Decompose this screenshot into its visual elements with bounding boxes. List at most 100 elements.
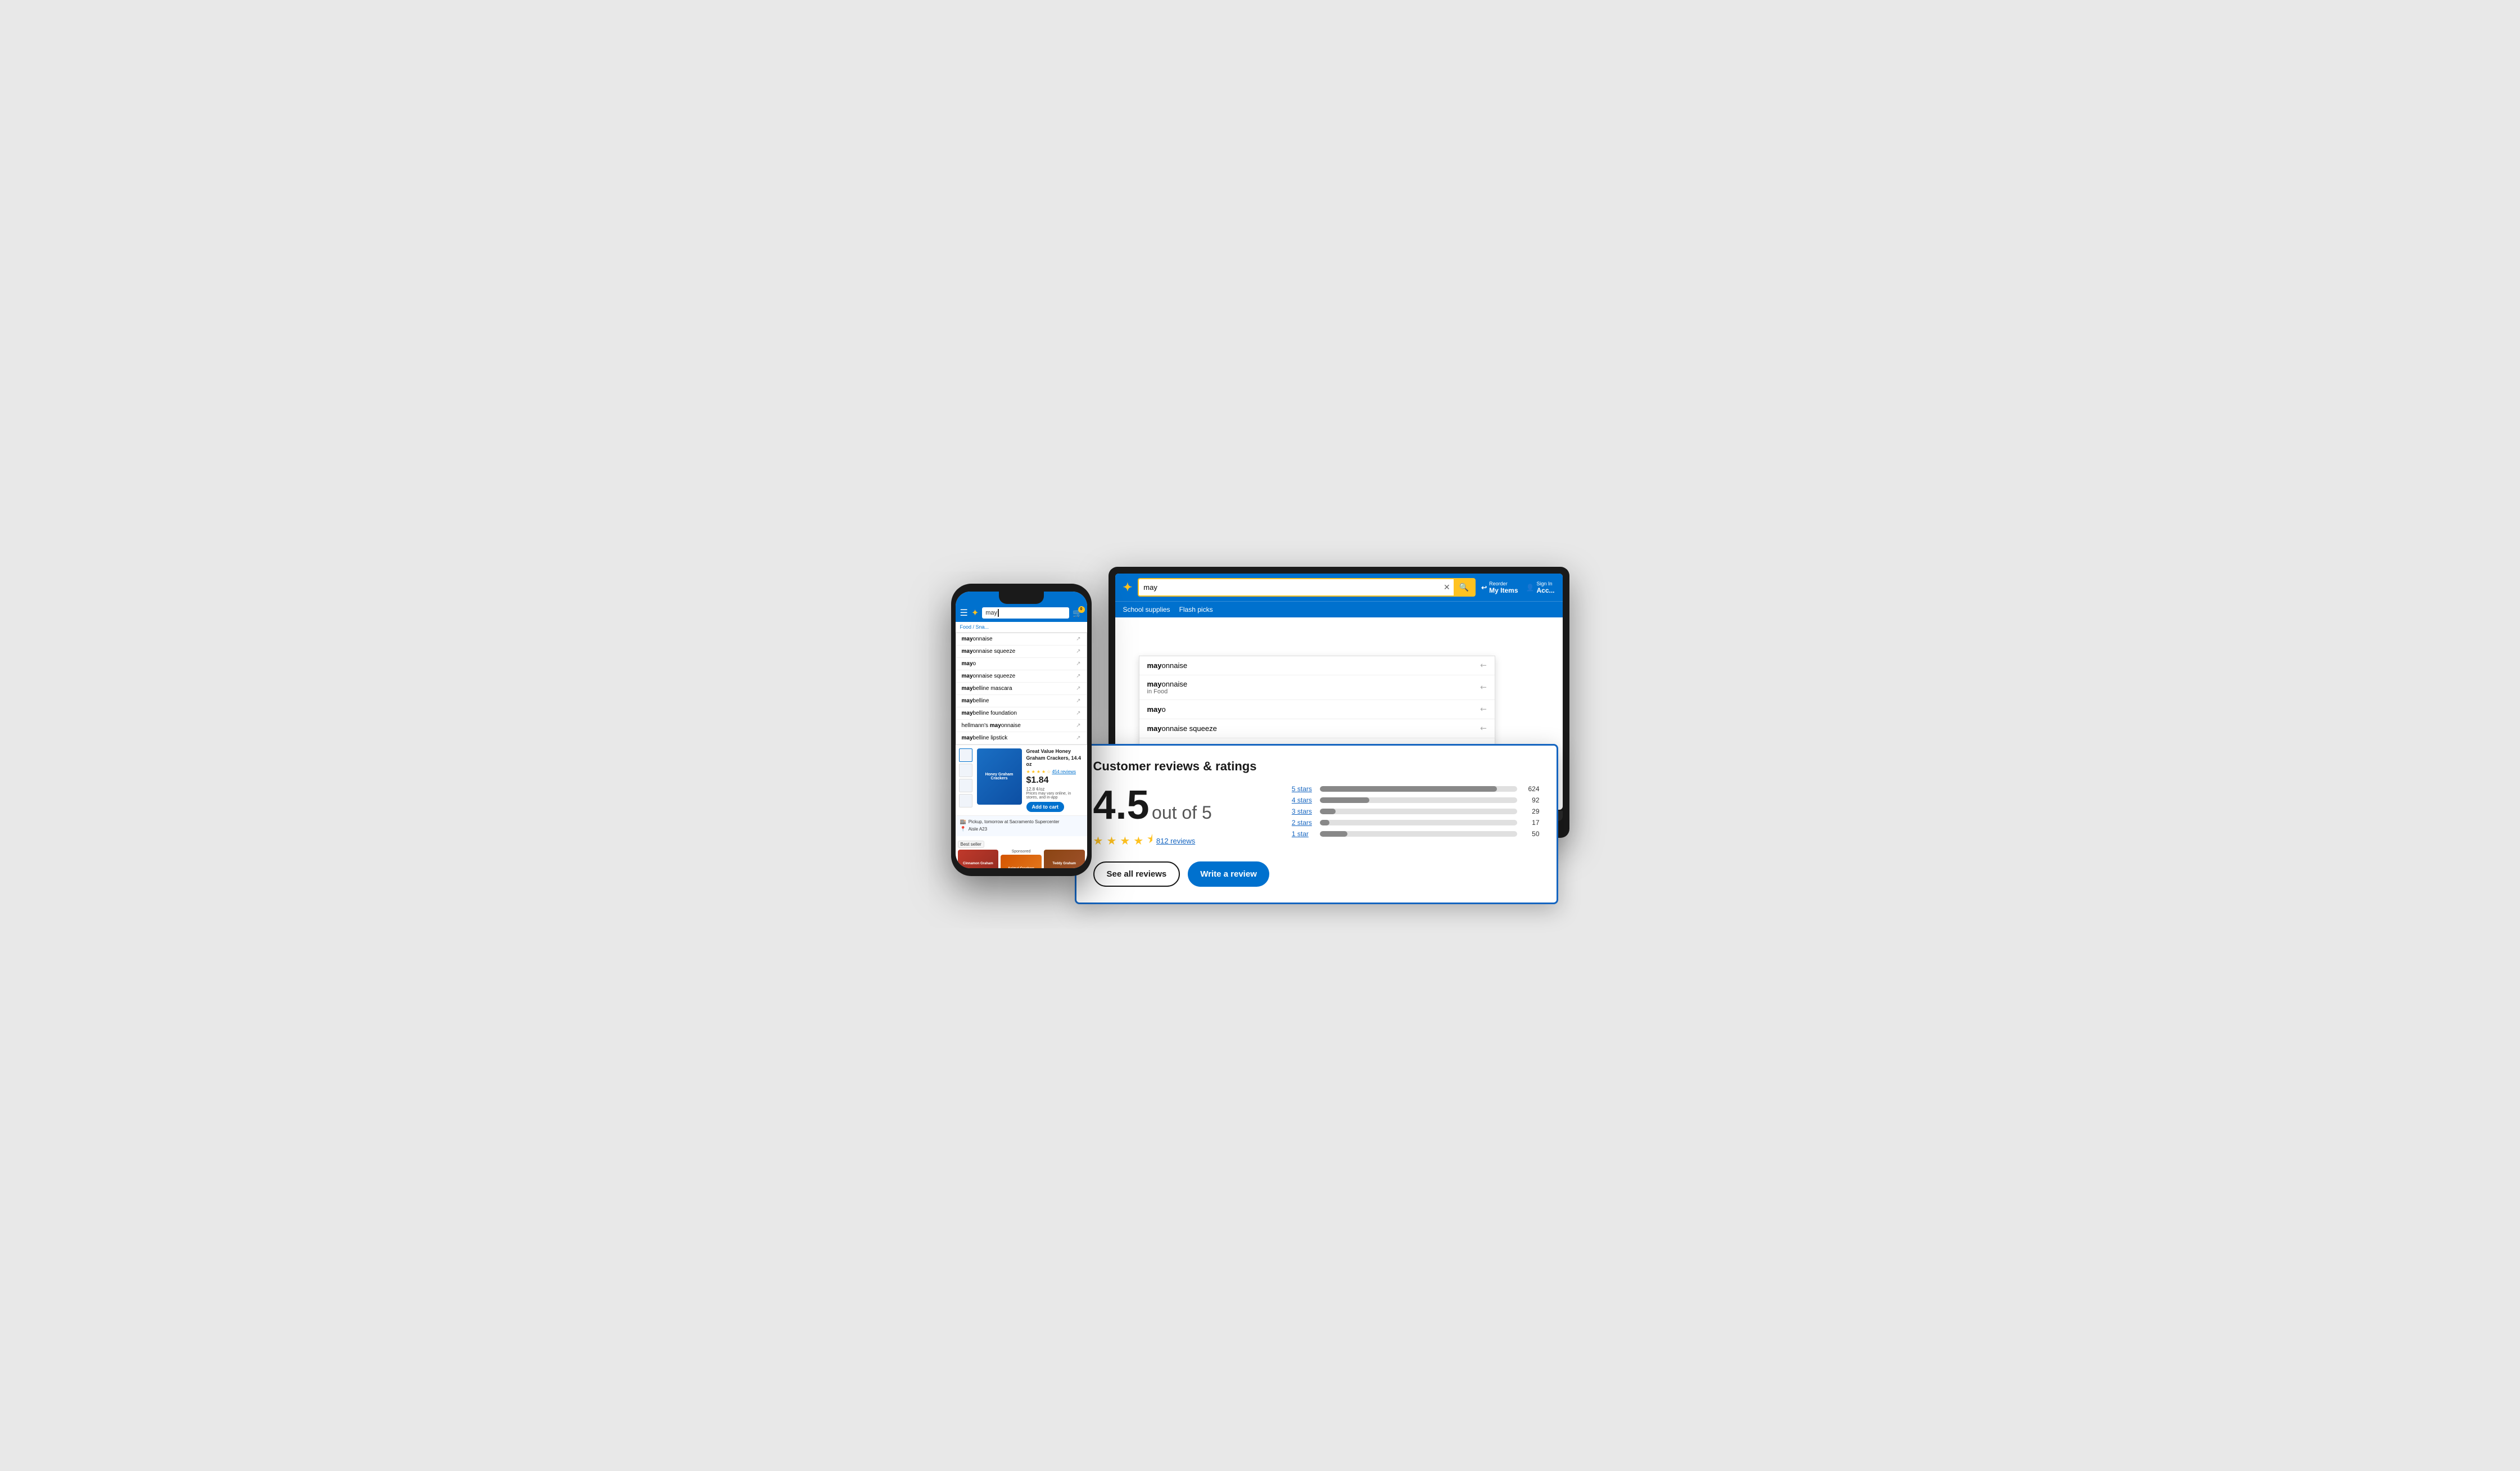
star-3-icon: ★ xyxy=(1120,834,1130,848)
account-label: Acc... xyxy=(1536,586,1554,594)
2-stars-bar-container xyxy=(1320,820,1517,825)
sign-in-button[interactable]: 👤 Sign In Acc... xyxy=(1526,581,1555,594)
3-stars-bar-container xyxy=(1320,809,1517,814)
reorder-label: Reorder xyxy=(1489,581,1518,586)
laptop-header-right: ↩ Reorder My Items 👤 Sign In Acc... xyxy=(1481,581,1554,594)
dropdown-item-mayo[interactable]: mayo ↗ xyxy=(1139,700,1495,719)
nav-item-school-supplies[interactable]: School supplies xyxy=(1123,604,1170,615)
1-star-link[interactable]: 1 star xyxy=(1292,830,1314,838)
phone-dropdown-maybelline[interactable]: maybelline ↗ xyxy=(956,695,1087,707)
phone-card-img-label-2: Animal Crackers xyxy=(1008,867,1034,868)
1-star-bar-container xyxy=(1320,831,1517,837)
laptop-search-submit-button[interactable]: 🔍 xyxy=(1454,579,1474,595)
phone-dropdown-arrow-6: ↗ xyxy=(1076,698,1080,704)
phone-dropdown-maybelline-lipstick[interactable]: maybelline lipstick ↗ xyxy=(956,732,1087,744)
phone-menu-icon[interactable]: ☰ xyxy=(960,607,968,619)
phone-star-4: ★ xyxy=(1042,769,1046,774)
phone-outer: ☰ ✦ may 🛒 0 Food / Sna... xyxy=(951,584,1092,876)
star-5-icon: ⯨ xyxy=(1147,831,1153,850)
4-stars-bar-fill xyxy=(1320,797,1369,803)
laptop-search-input[interactable] xyxy=(1139,580,1440,594)
sign-in-label: Sign In xyxy=(1536,581,1554,586)
phone-dropdown-hellmanns[interactable]: hellmann's mayonnaise ↗ xyxy=(956,720,1087,732)
nav-item-flash-picks[interactable]: Flash picks xyxy=(1179,604,1213,615)
2-stars-link[interactable]: 2 stars xyxy=(1292,819,1314,827)
phone-card-image-1: Cinnamon Graham + xyxy=(958,850,999,868)
phone-card-img-label-3: Teddy Graham xyxy=(1052,862,1076,865)
phone-thumb-1[interactable] xyxy=(959,748,972,762)
phone-product-cards-section: Best seller Cinnamon Graham + $1.84 12.8… xyxy=(956,836,1087,868)
phone-dropdown-mayo[interactable]: mayo ↗ xyxy=(956,658,1087,670)
phone-walmart-logo-icon: ✦ xyxy=(971,607,979,619)
phone-breadcrumb: Food / Sna... xyxy=(956,622,1087,633)
phone-delivery-section: 🏬 Pickup, tomorrow at Sacramento Superce… xyxy=(956,816,1087,836)
scene: ✦ ✕ 🔍 ↩ Reorder My Items xyxy=(951,567,1569,904)
phone-dropdown-arrow-2: ↗ xyxy=(1076,648,1080,655)
dropdown-item-mayonnaise[interactable]: mayonnaise ↗ xyxy=(1139,656,1495,675)
laptop-search-bar[interactable]: ✕ 🔍 xyxy=(1138,578,1476,597)
phone-thumb-4[interactable] xyxy=(959,794,972,807)
phone-dropdown-arrow-4: ↗ xyxy=(1076,673,1080,679)
write-review-button[interactable]: Write a review xyxy=(1188,861,1269,887)
phone-dropdown-arrow-1: ↗ xyxy=(1076,636,1080,642)
rating-out-of: out of 5 xyxy=(1152,802,1212,823)
reviews-title: Customer reviews & ratings xyxy=(1093,759,1540,774)
4-stars-bar-container xyxy=(1320,797,1517,803)
total-reviews-link[interactable]: 812 reviews xyxy=(1156,837,1195,845)
1-star-count: 50 xyxy=(1523,830,1540,838)
phone-cards-row: Cinnamon Graham + $1.84 12.8 ¢/oz Great … xyxy=(958,850,1085,868)
phone-add-to-cart-button[interactable]: Add to cart xyxy=(1026,802,1065,812)
phone-main-product-image: Honey Graham Crackers xyxy=(977,748,1022,805)
4-stars-link[interactable]: 4 stars xyxy=(1292,796,1314,804)
star-bar-5: 5 stars 624 xyxy=(1292,785,1540,793)
phone-dropdown-squeeze2[interactable]: mayonnaise squeeze ↗ xyxy=(956,670,1087,683)
laptop-header: ✦ ✕ 🔍 ↩ Reorder My Items xyxy=(1115,574,1563,601)
phone-dropdown-arrow-3: ↗ xyxy=(1076,661,1080,667)
2-stars-count: 17 xyxy=(1523,819,1540,827)
3-stars-link[interactable]: 3 stars xyxy=(1292,807,1314,815)
reorder-button[interactable]: ↩ Reorder My Items xyxy=(1481,581,1518,594)
dropdown-item-mayonnaise-food[interactable]: mayonnaise in Food ↗ xyxy=(1139,675,1495,700)
phone-card-image-3: Teddy Graham + xyxy=(1044,850,1085,868)
phone-thumb-2[interactable] xyxy=(959,764,972,777)
walmart-logo-icon: ✦ xyxy=(1123,580,1133,594)
1-star-bar-fill xyxy=(1320,831,1347,837)
phone-product-info: Great Value Honey Graham Crackers, 14.4 … xyxy=(1026,748,1084,812)
phone-thumb-3[interactable] xyxy=(959,779,972,792)
phone-cart-icon[interactable]: 🛒 0 xyxy=(1073,608,1082,618)
phone-product-title: Great Value Honey Graham Crackers, 14.4 … xyxy=(1026,748,1084,768)
phone-card-image-2: Animal Crackers + xyxy=(1001,855,1042,868)
5-stars-link[interactable]: 5 stars xyxy=(1292,785,1314,793)
reviews-left-section: 4.5 out of 5 ★ ★ ★ ★ ⯨ 812 reviews See a… xyxy=(1093,785,1269,887)
rating-value: 4.5 xyxy=(1093,783,1150,828)
phone-product-stars: ★ ★ ★ ★ ☆ 454 reviews xyxy=(1026,769,1084,774)
phone-product-price-per-oz: 12.8 ¢/oz xyxy=(1026,787,1084,792)
phone-thumbnails xyxy=(959,748,972,812)
phone-card-img-label-1: Cinnamon Graham xyxy=(963,862,993,865)
phone-star-2: ★ xyxy=(1031,769,1035,774)
phone-card-3: Teddy Graham + $3.68 Teddy Graham Honey … xyxy=(1044,850,1085,868)
laptop-nav: School supplies Flash picks xyxy=(1115,601,1563,617)
phone-search-bar[interactable]: may xyxy=(982,607,1069,619)
phone-product-price: $1.84 xyxy=(1026,775,1084,786)
dropdown-arrow-icon2: ↗ xyxy=(1477,682,1489,693)
laptop-search-clear-button[interactable]: ✕ xyxy=(1440,583,1454,592)
phone-dropdown-maybelline-foundation[interactable]: maybelline foundation ↗ xyxy=(956,707,1087,720)
phone-dropdown-mayonnaise[interactable]: mayonnaise ↗ xyxy=(956,633,1087,646)
dropdown-arrow-icon4: ↗ xyxy=(1477,723,1489,734)
phone-dropdown-arrow-7: ↗ xyxy=(1076,710,1080,716)
phone-star-3: ★ xyxy=(1037,769,1040,774)
star-2-icon: ★ xyxy=(1106,834,1116,848)
phone-cart-badge: 0 xyxy=(1078,606,1085,613)
star-bar-4: 4 stars 92 xyxy=(1292,796,1540,804)
phone-screen: ☰ ✦ may 🛒 0 Food / Sna... xyxy=(956,592,1087,868)
phone-dropdown-mayonnaise-squeeze[interactable]: mayonnaise squeeze ↗ xyxy=(956,646,1087,658)
phone-dropdown-maybelline-mascara[interactable]: maybelline mascara ↗ xyxy=(956,683,1087,695)
phone-pickup-info: 🏬 Pickup, tomorrow at Sacramento Superce… xyxy=(960,819,1083,825)
phone-card-1: Cinnamon Graham + $1.84 12.8 ¢/oz Great … xyxy=(958,850,999,868)
phone-reviews-count-link[interactable]: 454 reviews xyxy=(1052,769,1076,774)
phone-star-5: ☆ xyxy=(1047,769,1051,774)
see-all-reviews-button[interactable]: See all reviews xyxy=(1093,861,1180,887)
phone-search-dropdown: mayonnaise ↗ mayonnaise squeeze ↗ mayo ↗… xyxy=(956,633,1087,745)
dropdown-item-mayonnaise-squeeze[interactable]: mayonnaise squeeze ↗ xyxy=(1139,719,1495,738)
